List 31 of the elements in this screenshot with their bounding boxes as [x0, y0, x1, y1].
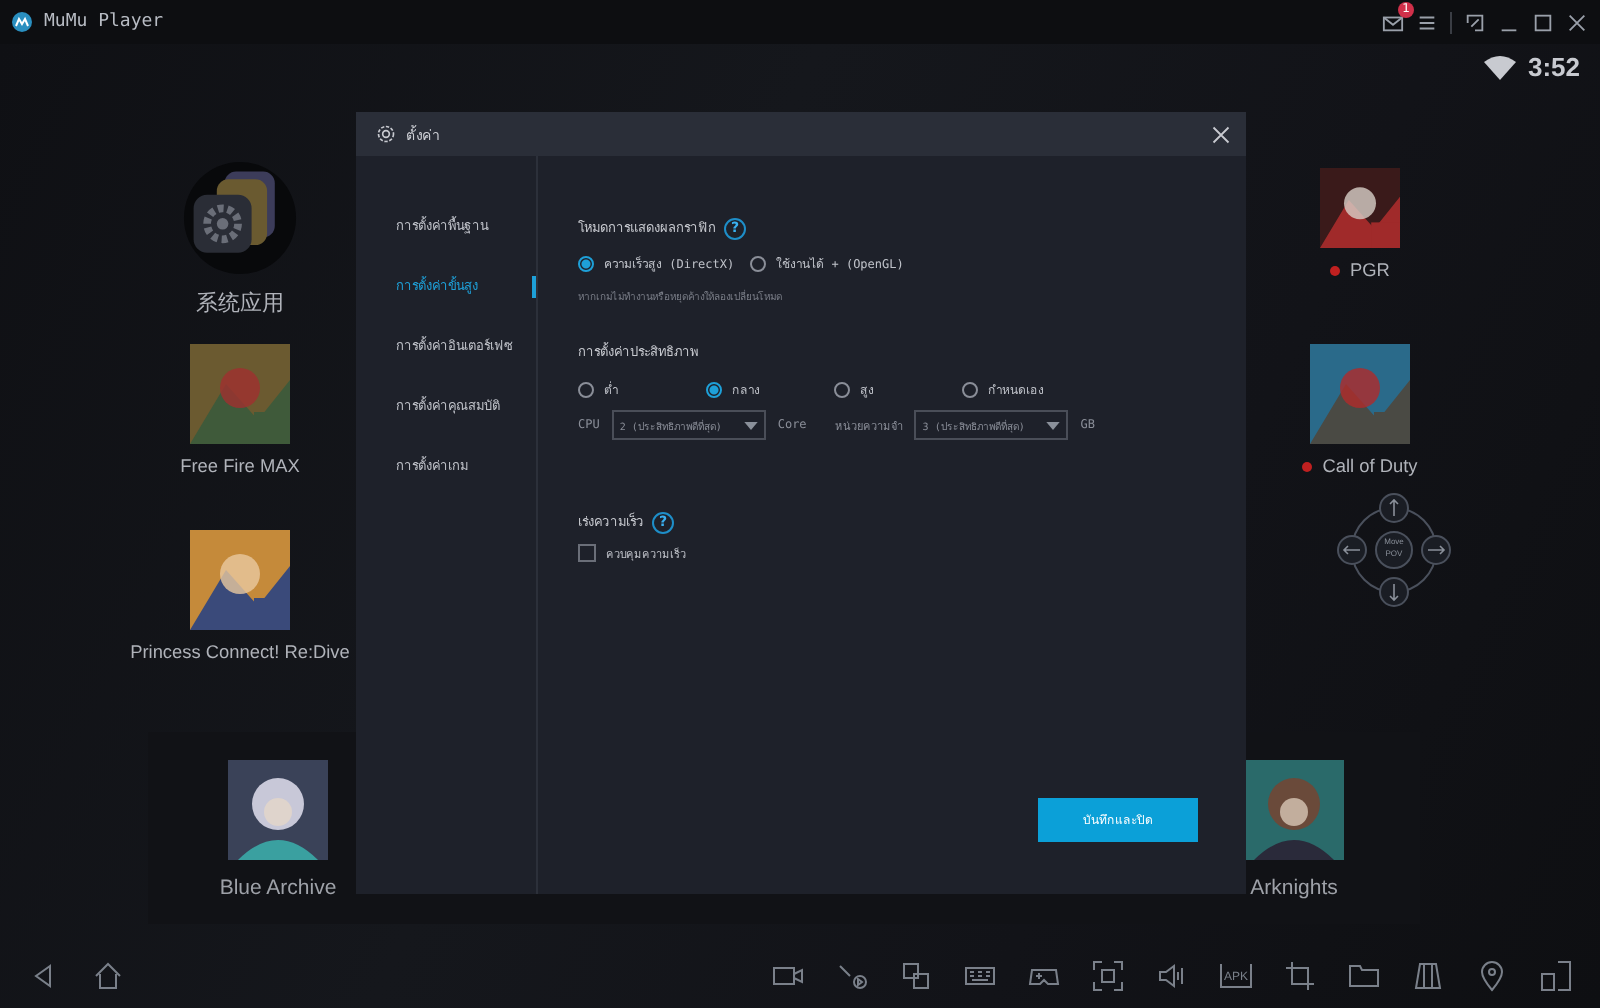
home-icon[interactable]	[92, 960, 124, 992]
maximize-icon[interactable]	[1532, 11, 1554, 33]
app-label: Free Fire MAX	[180, 456, 300, 476]
checkbox[interactable]	[578, 544, 596, 562]
close-icon[interactable]	[1566, 11, 1588, 33]
settings-icon	[376, 124, 396, 144]
screenshot-icon[interactable]	[1091, 960, 1124, 992]
app-label: PGR	[1350, 260, 1390, 280]
rotate-icon[interactable]	[1540, 960, 1572, 992]
app-label: Princess Connect! Re:Dive	[130, 642, 350, 662]
mail-icon[interactable]	[1382, 11, 1404, 33]
window-title: MuMu Player	[44, 12, 164, 32]
app-logo-icon	[12, 12, 32, 32]
resize-icon[interactable]	[1464, 11, 1486, 33]
volume-icon[interactable]	[1155, 960, 1188, 992]
folder-icon[interactable]	[182, 160, 298, 276]
multi-icon[interactable]	[899, 960, 932, 992]
location-icon[interactable]	[1476, 960, 1508, 992]
clock-time: 3:52	[1527, 52, 1580, 82]
caret-icon	[1046, 421, 1061, 429]
caret-icon	[743, 421, 758, 429]
crop-icon[interactable]	[1284, 960, 1316, 992]
folder-icon[interactable]	[1348, 960, 1380, 992]
video-icon[interactable]	[835, 960, 868, 992]
app-label: Blue Archive	[219, 876, 337, 900]
app-label: 系统应用	[196, 289, 284, 318]
close-icon[interactable]	[1212, 125, 1230, 143]
wifi-icon	[1483, 55, 1516, 79]
app-label: Arknights	[1250, 876, 1338, 900]
menu-icon[interactable]	[1416, 11, 1438, 33]
app-label: Call of Duty	[1322, 456, 1418, 476]
